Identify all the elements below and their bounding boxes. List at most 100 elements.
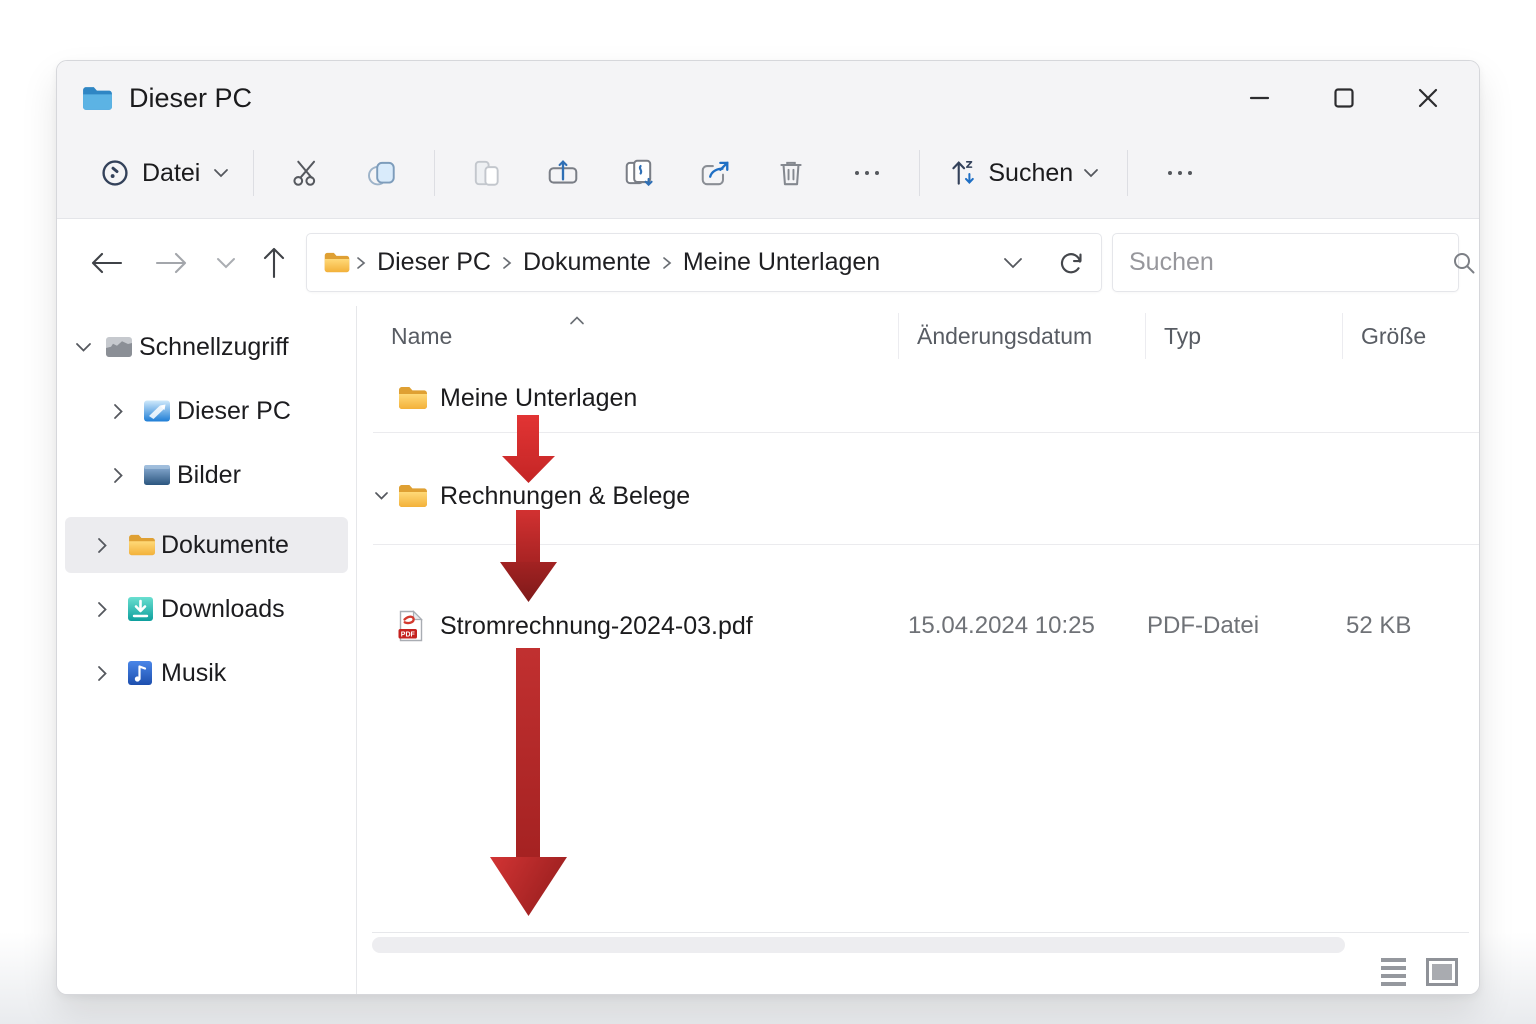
cut-icon bbox=[291, 158, 321, 188]
documents-folder-icon bbox=[127, 533, 161, 557]
sort-button[interactable]: Suchen bbox=[934, 157, 1113, 189]
this-pc-icon bbox=[143, 399, 177, 423]
more-options-button[interactable] bbox=[829, 144, 905, 202]
breadcrumb-chevron-icon bbox=[501, 255, 513, 271]
delete-icon bbox=[776, 157, 806, 189]
view-more-button[interactable] bbox=[1142, 144, 1218, 202]
maximize-button[interactable] bbox=[1331, 85, 1357, 111]
column-headers: Name Änderungsdatum Typ Größe bbox=[357, 312, 1479, 360]
file-name: Stromrechnung-2024-03.pdf bbox=[440, 612, 753, 641]
refresh-icon[interactable] bbox=[1057, 249, 1085, 277]
share-button[interactable] bbox=[677, 144, 753, 202]
chevron-right-icon[interactable] bbox=[97, 665, 127, 682]
svg-text:PDF: PDF bbox=[401, 631, 416, 638]
rename-button[interactable] bbox=[525, 144, 601, 202]
file-name: Meine Unterlagen bbox=[440, 384, 637, 413]
file-size: 52 KB bbox=[1342, 612, 1479, 640]
file-list-pane: Name Änderungsdatum Typ Größe bbox=[357, 306, 1479, 995]
share-icon bbox=[699, 157, 731, 189]
up-button[interactable] bbox=[252, 241, 296, 285]
column-header-size[interactable]: Größe bbox=[1342, 313, 1479, 359]
more-icon bbox=[852, 168, 882, 178]
window-chrome: Dieser PC bbox=[57, 61, 1479, 219]
column-header-name[interactable]: Name bbox=[357, 323, 898, 350]
collapse-chevron-icon[interactable] bbox=[374, 491, 397, 501]
breadcrumb-item[interactable]: Dokumente bbox=[517, 248, 657, 277]
file-row-stromrechnung-pdf[interactable]: PDF Stromrechnung-2024-03.pdf 15.04.2024… bbox=[357, 598, 1479, 654]
toolbar: Datei bbox=[57, 135, 1479, 217]
rename-icon bbox=[546, 158, 580, 188]
pdf-file-icon: PDF bbox=[397, 610, 429, 642]
preview-button[interactable] bbox=[601, 144, 677, 202]
delete-button[interactable] bbox=[753, 144, 829, 202]
forward-button[interactable] bbox=[149, 241, 193, 285]
file-row-meine-unterlagen[interactable]: Meine Unterlagen bbox=[357, 370, 1479, 426]
chevron-right-icon[interactable] bbox=[113, 467, 143, 484]
breadcrumb-chevron-icon bbox=[355, 255, 367, 271]
more-icon bbox=[1165, 168, 1195, 178]
address-dropdown-chevron-icon[interactable] bbox=[1003, 257, 1023, 269]
folder-icon bbox=[397, 483, 429, 509]
details-view-icon[interactable] bbox=[1381, 958, 1406, 986]
preview-icon bbox=[623, 157, 655, 189]
chevron-down-icon[interactable] bbox=[75, 342, 105, 353]
chevron-down-icon bbox=[213, 168, 229, 178]
sidebar-item-musik[interactable]: Musik bbox=[65, 645, 348, 701]
toolbar-separator bbox=[919, 150, 920, 196]
sort-icon bbox=[948, 157, 978, 189]
sidebar-item-label: Downloads bbox=[161, 595, 285, 624]
sidebar-item-label: Musik bbox=[161, 659, 226, 688]
sidebar-item-dokumente[interactable]: Dokumente bbox=[65, 517, 348, 573]
desktop: { "window": { "title": "Dieser PC" }, "t… bbox=[0, 0, 1536, 1024]
copy-button[interactable] bbox=[344, 144, 420, 202]
large-icons-view-icon[interactable] bbox=[1426, 958, 1458, 986]
titlebar: Dieser PC bbox=[57, 61, 1479, 135]
paste-button[interactable] bbox=[449, 144, 525, 202]
window-folder-icon bbox=[81, 85, 114, 112]
breadcrumb-item[interactable]: Dieser PC bbox=[371, 248, 497, 277]
file-date: 15.04.2024 10:25 bbox=[898, 612, 1145, 640]
search-input[interactable] bbox=[1129, 248, 1451, 277]
downloads-icon bbox=[127, 596, 161, 622]
sidebar-item-bilder[interactable]: Bilder bbox=[65, 447, 348, 503]
pictures-icon bbox=[143, 464, 177, 486]
toolbar-separator bbox=[1127, 150, 1128, 196]
address-folder-icon bbox=[323, 251, 351, 274]
row-separator bbox=[373, 432, 1479, 433]
breadcrumb-item[interactable]: Meine Unterlagen bbox=[677, 248, 886, 277]
window-controls bbox=[1247, 85, 1457, 111]
cut-button[interactable] bbox=[268, 144, 344, 202]
column-header-type[interactable]: Typ bbox=[1145, 313, 1342, 359]
file-explorer-window: Dieser PC bbox=[56, 60, 1480, 995]
search-icon[interactable] bbox=[1451, 250, 1477, 276]
file-menu-button[interactable]: Datei bbox=[91, 153, 239, 194]
chevron-down-icon bbox=[1083, 168, 1099, 178]
chevron-right-icon[interactable] bbox=[113, 403, 143, 420]
sidebar-item-label: Schnellzugriff bbox=[139, 333, 289, 362]
recent-locations-chevron-icon[interactable] bbox=[205, 241, 249, 285]
close-button[interactable] bbox=[1415, 85, 1441, 111]
breadcrumb-chevron-icon bbox=[661, 255, 673, 271]
column-header-date[interactable]: Änderungsdatum bbox=[898, 313, 1145, 359]
sidebar: Schnellzugriff Dieser PC bbox=[57, 306, 357, 995]
horizontal-scrollbar[interactable] bbox=[372, 937, 1345, 953]
back-button[interactable] bbox=[85, 241, 129, 285]
paste-icon bbox=[472, 157, 502, 189]
minimize-button[interactable] bbox=[1247, 85, 1273, 111]
file-row-rechnungen-belege[interactable]: Rechnungen & Belege bbox=[357, 468, 1479, 524]
chevron-right-icon[interactable] bbox=[97, 601, 127, 618]
sidebar-item-schnellzugriff[interactable]: Schnellzugriff bbox=[65, 319, 348, 375]
sidebar-item-label: Dokumente bbox=[161, 531, 289, 560]
sidebar-item-label: Bilder bbox=[177, 461, 241, 490]
window-title: Dieser PC bbox=[129, 83, 252, 114]
sort-label: Suchen bbox=[988, 159, 1073, 188]
chevron-right-icon[interactable] bbox=[97, 537, 127, 554]
row-separator bbox=[373, 544, 1479, 545]
sidebar-item-downloads[interactable]: Downloads bbox=[65, 581, 348, 637]
search-box bbox=[1112, 233, 1459, 292]
breadcrumb[interactable]: Dieser PC Dokumente Meine Unterlagen bbox=[306, 233, 1102, 292]
sidebar-item-dieser-pc[interactable]: Dieser PC bbox=[65, 383, 348, 439]
folder-icon bbox=[397, 385, 429, 411]
copy-icon bbox=[366, 157, 398, 189]
sort-ascending-caret-icon bbox=[569, 316, 585, 325]
